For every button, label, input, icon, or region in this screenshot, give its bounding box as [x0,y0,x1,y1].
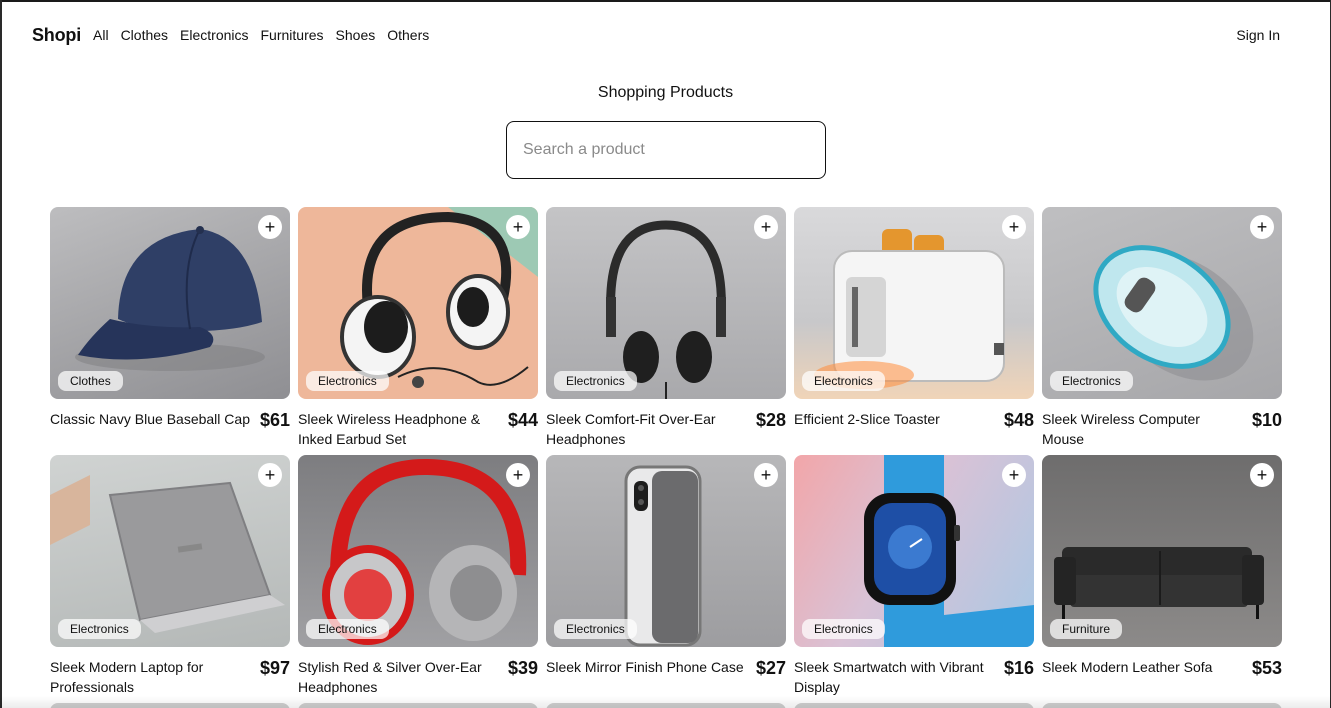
product-price: $97 [259,658,290,678]
page-title: Shopping Products [597,84,734,101]
add-to-cart-button[interactable]: + [506,463,530,487]
product-card[interactable]: Furniture + Sleek Modern Leather Sofa $5… [1042,455,1282,695]
product-info: Sleek Wireless Computer Mouse $10 [1042,409,1282,449]
product-info: Classic Navy Blue Baseball Cap $61 [50,409,290,431]
nav-link-others[interactable]: Others [387,27,429,43]
product-card[interactable]: Clothes + Classic Navy Blue Baseball Cap… [50,207,290,447]
product-info: Sleek Wireless Headphone & Inked Earbud … [298,409,538,449]
scroll-shadow [0,696,1331,708]
brand-logo[interactable]: Shopi [32,25,81,46]
product-name: Sleek Smartwatch with Vibrant Display [794,659,984,695]
add-to-cart-button[interactable]: + [1002,215,1026,239]
nav-link-furnitures[interactable]: Furnitures [261,27,324,43]
product-price: $48 [1003,410,1034,430]
add-to-cart-button[interactable]: + [1002,463,1026,487]
category-badge: Electronics [802,371,885,391]
product-name: Sleek Modern Leather Sofa [1042,659,1213,675]
product-image: Electronics + [794,455,1034,647]
product-card[interactable]: Electronics + Sleek Modern Laptop for Pr… [50,455,290,695]
nav-left: Shopi All Clothes Electronics Furnitures… [32,25,429,46]
product-price: $27 [755,658,786,678]
product-price: $53 [1251,658,1282,678]
add-to-cart-button[interactable]: + [754,463,778,487]
nav-link-shoes[interactable]: Shoes [336,27,376,43]
product-info: Sleek Modern Leather Sofa $53 [1042,657,1282,679]
product-price: $10 [1251,410,1282,430]
nav-link-clothes[interactable]: Clothes [121,27,168,43]
product-image: Electronics + [298,455,538,647]
category-badge: Electronics [306,619,389,639]
product-image: Furniture + [1042,455,1282,647]
window-left-border [0,0,2,708]
product-card[interactable]: Electronics + Stylish Red & Silver Over-… [298,455,538,695]
product-info: Sleek Mirror Finish Phone Case $27 [546,657,786,679]
product-name: Sleek Wireless Headphone & Inked Earbud … [298,411,481,447]
product-name: Sleek Mirror Finish Phone Case [546,659,744,675]
nav-link-electronics[interactable]: Electronics [180,27,248,43]
navbar: Shopi All Clothes Electronics Furnitures… [0,0,1331,70]
category-badge: Electronics [1050,371,1133,391]
product-image: Clothes + [50,207,290,399]
add-to-cart-button[interactable]: + [1250,463,1274,487]
product-name: Sleek Wireless Computer Mouse [1042,411,1200,447]
add-to-cart-button[interactable]: + [1250,215,1274,239]
product-card[interactable]: Electronics + Sleek Wireless Headphone &… [298,207,538,447]
add-to-cart-button[interactable]: + [506,215,530,239]
product-image: Electronics + [298,207,538,399]
product-name: Sleek Comfort-Fit Over-Ear Headphones [546,411,716,447]
product-card[interactable]: Electronics + Sleek Mirror Finish Phone … [546,455,786,695]
product-image: Electronics + [1042,207,1282,399]
product-image: Electronics + [50,455,290,647]
category-badge: Clothes [58,371,123,391]
product-info: Efficient 2-Slice Toaster $48 [794,409,1034,431]
category-badge: Electronics [306,371,389,391]
category-badge: Electronics [554,371,637,391]
product-image: Electronics + [546,207,786,399]
product-price: $61 [259,410,290,430]
add-to-cart-button[interactable]: + [258,215,282,239]
product-price: $39 [507,658,538,678]
product-price: $16 [1003,658,1034,678]
product-name: Stylish Red & Silver Over-Ear Headphones [298,659,482,695]
category-badge: Electronics [58,619,141,639]
category-badge: Furniture [1050,619,1123,639]
product-name: Sleek Modern Laptop for Professionals [50,659,204,695]
product-image: Electronics + [794,207,1034,399]
product-grid: Clothes + Classic Navy Blue Baseball Cap… [50,207,1282,695]
category-badge: Electronics [554,619,637,639]
product-info: Sleek Comfort-Fit Over-Ear Headphones $2… [546,409,786,449]
product-info: Sleek Smartwatch with Vibrant Display $1… [794,657,1034,697]
product-name: Efficient 2-Slice Toaster [794,411,940,427]
product-price: $28 [755,410,786,430]
product-card[interactable]: Electronics + Sleek Smartwatch with Vibr… [794,455,1034,695]
category-badge: Electronics [802,619,885,639]
product-info: Sleek Modern Laptop for Professionals $9… [50,657,290,697]
add-to-cart-button[interactable]: + [754,215,778,239]
product-image: Electronics + [546,455,786,647]
product-card[interactable]: Electronics + Sleek Comfort-Fit Over-Ear… [546,207,786,447]
product-price: $44 [507,410,538,430]
add-to-cart-button[interactable]: + [258,463,282,487]
product-card[interactable]: Electronics + Efficient 2-Slice Toaster … [794,207,1034,447]
product-info: Stylish Red & Silver Over-Ear Headphones… [298,657,538,697]
nav-link-all[interactable]: All [93,27,109,43]
sign-in-link[interactable]: Sign In [1236,27,1280,43]
product-card[interactable]: Electronics + Sleek Wireless Computer Mo… [1042,207,1282,447]
search-input[interactable] [506,121,826,179]
product-name: Classic Navy Blue Baseball Cap [50,411,250,427]
